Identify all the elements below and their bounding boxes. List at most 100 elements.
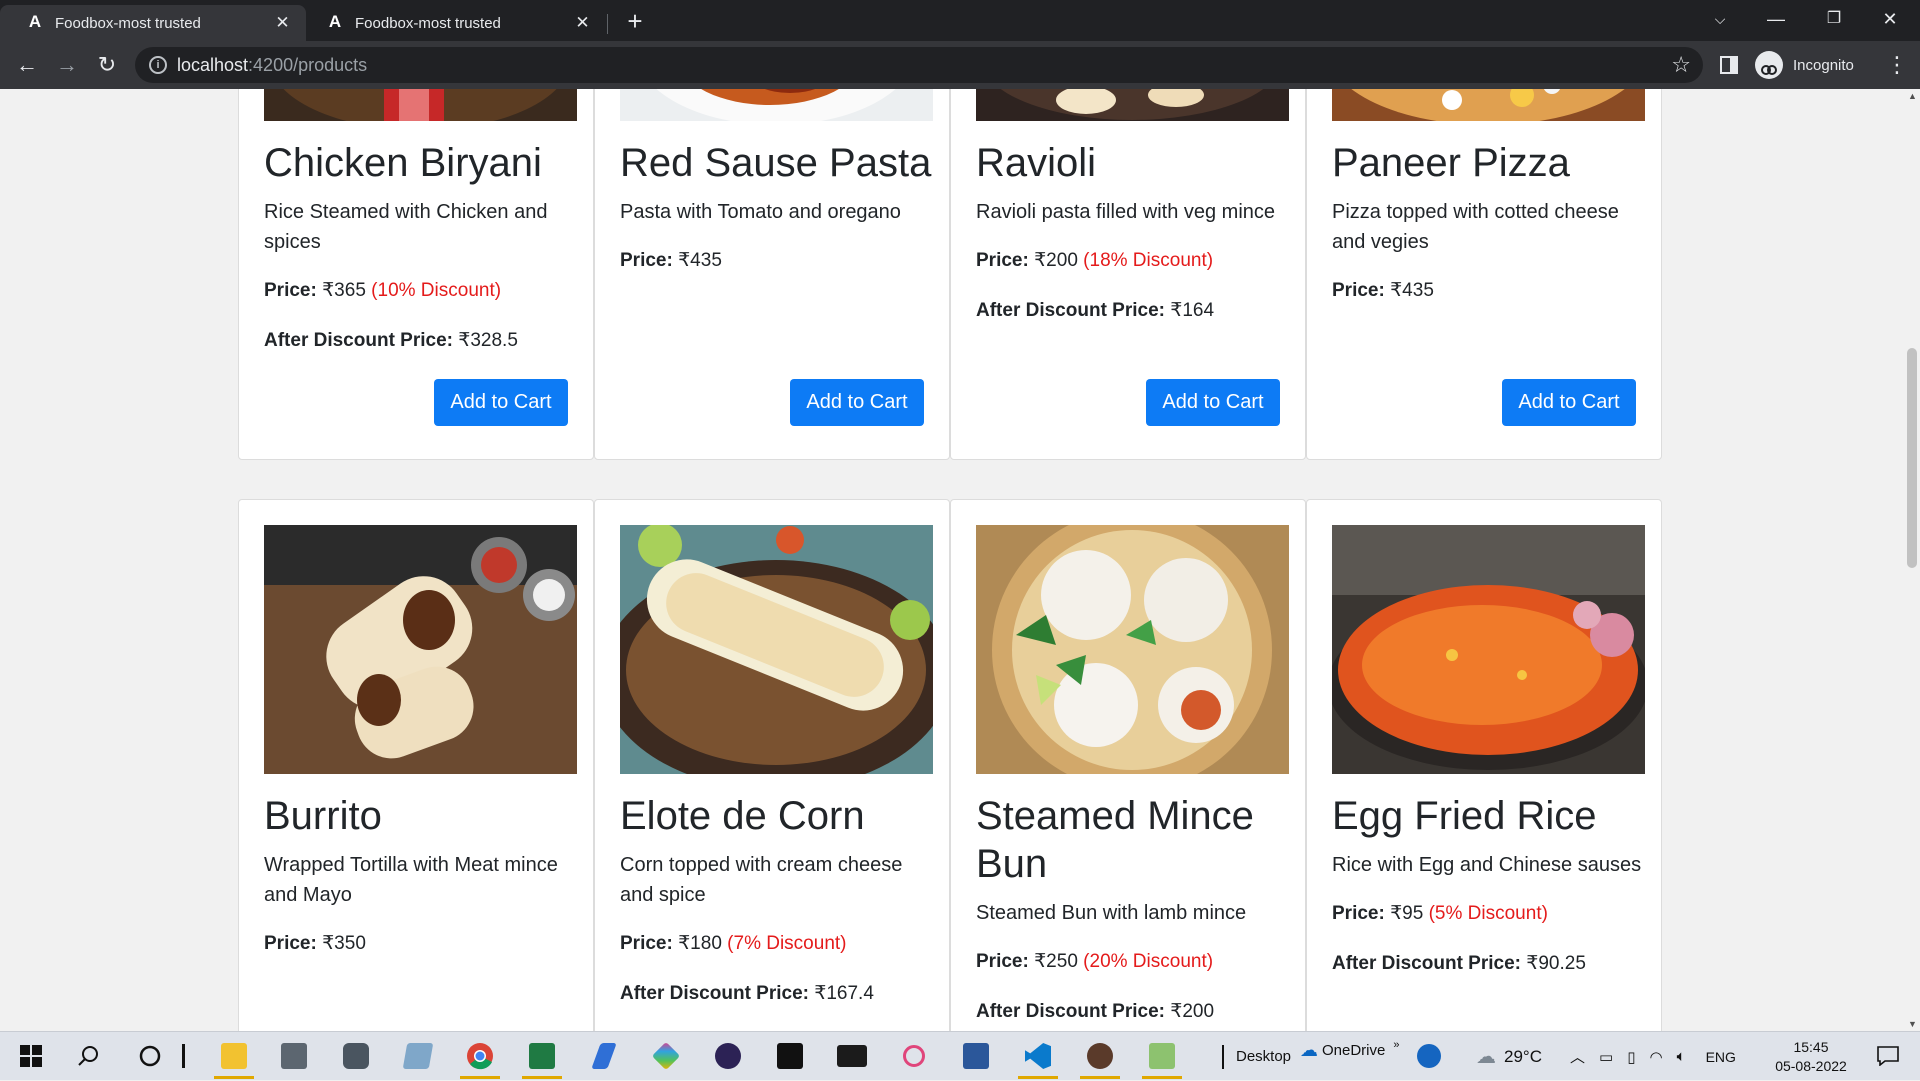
restore-icon[interactable]: ❐: [1806, 0, 1862, 41]
incognito-profile-button[interactable]: Incognito: [1755, 48, 1854, 82]
cloud-rain-icon: ☁: [1476, 1046, 1496, 1068]
add-to-cart-button[interactable]: Add to Cart: [790, 379, 924, 426]
tab-close-icon[interactable]: ✕: [273, 13, 292, 33]
product-card: Egg Fried Rice Rice with Egg and Chinese…: [1306, 499, 1662, 1031]
chevron-overflow-icon[interactable]: »: [1393, 1039, 1399, 1051]
site-info-icon[interactable]: i: [149, 56, 167, 74]
tab-title: Foodbox-most trusted: [355, 14, 501, 32]
product-image: [976, 89, 1289, 121]
snipping-tool-icon[interactable]: [890, 1036, 938, 1076]
scroll-down-arrow-icon[interactable]: ▼: [1908, 1019, 1917, 1029]
product-image: [976, 525, 1289, 774]
add-to-cart-button[interactable]: Add to Cart: [1502, 379, 1636, 426]
product-image: [264, 525, 577, 774]
onedrive-label: OneDrive: [1322, 1042, 1386, 1059]
wifi-icon[interactable]: ◠: [1649, 1048, 1662, 1066]
search-icon[interactable]: [64, 1036, 112, 1076]
volume-icon[interactable]: 🔈︎: [1677, 1048, 1686, 1065]
onedrive-cloud-icon: ☁: [1300, 1040, 1318, 1060]
tab-search-chevron-icon[interactable]: ⌵: [1692, 0, 1748, 41]
add-to-cart-button[interactable]: Add to Cart: [434, 379, 568, 426]
after-discount-price: After Discount Price: ₹90.25: [1332, 953, 1586, 974]
product-name: Elote de Corn: [620, 794, 865, 838]
new-tab-button[interactable]: +: [620, 8, 650, 36]
browser-tab-1[interactable]: A Foodbox-most trusted ✕: [0, 5, 306, 41]
after-discount-price: After Discount Price: ₹328.5: [264, 330, 518, 351]
window-close-icon[interactable]: ✕: [1862, 0, 1918, 41]
url-text[interactable]: localhost:4200/products: [177, 55, 367, 76]
tab-close-icon[interactable]: ✕: [573, 13, 592, 33]
scrollbar-thumb[interactable]: [1907, 348, 1917, 568]
paint-3d-icon[interactable]: [642, 1036, 690, 1076]
battery-icon[interactable]: ▭: [1599, 1048, 1613, 1066]
browser-tab-2[interactable]: A Foodbox-most trusted ✕: [300, 5, 606, 41]
cortana-icon[interactable]: [126, 1036, 174, 1076]
language-indicator[interactable]: ENG: [1706, 1049, 1736, 1065]
product-price: Price: ₹435: [620, 250, 722, 271]
product-card: Paneer Pizza Pizza topped with cotted ch…: [1306, 89, 1662, 460]
product-price: Price: ₹200 (18% Discount): [976, 250, 1214, 271]
discount-label: (10% Discount): [371, 280, 502, 301]
discount-label: (18% Discount): [1083, 250, 1214, 271]
browser-tab-strip: A Foodbox-most trusted ✕ A Foodbox-most …: [0, 0, 1920, 41]
minimize-icon[interactable]: —: [1748, 0, 1804, 41]
calculator-icon[interactable]: [270, 1036, 318, 1076]
product-price: Price: ₹95 (5% Discount): [1332, 903, 1548, 924]
kebab-menu-icon[interactable]: ⋮: [1886, 49, 1908, 81]
page-scrollbar[interactable]: ▲ ▼: [1904, 89, 1920, 1031]
product-card: Steamed Mince Bun Steamed Bun with lamb …: [950, 499, 1306, 1031]
after-discount-price: After Discount Price: ₹167.4: [620, 983, 874, 1004]
notification-center-icon[interactable]: [1864, 1036, 1912, 1076]
product-card: Ravioli Ravioli pasta filled with veg mi…: [950, 89, 1306, 460]
discount-label: (7% Discount): [727, 933, 847, 954]
side-panel-icon[interactable]: [1720, 56, 1738, 74]
excel-icon[interactable]: [518, 1036, 566, 1079]
address-bar[interactable]: i localhost:4200/products ☆: [135, 47, 1703, 83]
tab-title: Foodbox-most trusted: [55, 14, 201, 32]
product-description: Pasta with Tomato and oregano: [620, 201, 901, 223]
product-card: Red Sause Pasta Pasta with Tomato and or…: [594, 89, 950, 460]
game-app-icon[interactable]: [1076, 1036, 1124, 1079]
add-to-cart-button[interactable]: Add to Cart: [1146, 379, 1280, 426]
terminal-icon[interactable]: [766, 1036, 814, 1076]
product-name: Paneer Pizza: [1332, 141, 1570, 185]
desktop-toolbar[interactable]: Desktop: [1222, 1032, 1291, 1081]
windows-start-icon[interactable]: [7, 1036, 55, 1076]
vscode-icon[interactable]: [1014, 1036, 1062, 1079]
forward-arrow-icon[interactable]: →: [51, 49, 83, 81]
bookmark-star-icon[interactable]: ☆: [1671, 52, 1691, 78]
product-description: Wrapped Tortilla with Meat mince and May…: [264, 854, 558, 906]
scroll-up-arrow-icon[interactable]: ▲: [1908, 91, 1917, 101]
mysql-icon[interactable]: [828, 1036, 876, 1076]
product-price: Price: ₹180 (7% Discount): [620, 933, 847, 954]
show-hidden-icons-chevron-icon[interactable]: ︿: [1570, 1046, 1585, 1067]
angular-favicon-icon: A: [328, 12, 342, 31]
product-description: Pizza topped with cotted cheese and vegi…: [1332, 201, 1619, 253]
onedrive-toolbar[interactable]: ☁ OneDrive »: [1300, 1026, 1399, 1075]
file-explorer-icon[interactable]: [210, 1036, 258, 1079]
product-description: Steamed Bun with lamb mince: [976, 902, 1247, 924]
browser-toolbar: ← → ↻ i localhost:4200/products ☆ Incogn…: [0, 41, 1920, 89]
windows-taskbar: Desktop ☁ OneDrive » ☁ 29°C ︿ ▭ ▯ ◠ 🔈︎ E…: [0, 1031, 1920, 1080]
word-icon[interactable]: [952, 1036, 1000, 1076]
product-name: Red Sause Pasta: [620, 141, 932, 185]
temperature: 29°C: [1504, 1046, 1542, 1066]
notes-app-icon[interactable]: [394, 1036, 442, 1076]
reload-icon[interactable]: ↻: [91, 49, 123, 81]
clock[interactable]: 15:45 05-08-2022: [1766, 1038, 1856, 1076]
eclipse-icon[interactable]: [704, 1036, 752, 1076]
chart-app-icon[interactable]: [1138, 1036, 1186, 1079]
power-automate-icon[interactable]: [580, 1036, 628, 1076]
product-image: [1332, 525, 1645, 774]
product-image: [264, 89, 577, 121]
chrome-icon[interactable]: [456, 1036, 504, 1079]
product-description: Rice with Egg and Chinese sauses: [1332, 854, 1642, 876]
product-image: [620, 525, 933, 774]
weather-widget[interactable]: ☁ 29°C: [1476, 1032, 1542, 1081]
product-image: [1332, 89, 1645, 121]
task-view-icon[interactable]: [174, 1036, 194, 1076]
device-icon[interactable]: ▯: [1627, 1048, 1635, 1066]
camera-icon[interactable]: [332, 1036, 380, 1076]
help-icon[interactable]: [1405, 1036, 1453, 1076]
back-arrow-icon[interactable]: ←: [11, 49, 43, 81]
